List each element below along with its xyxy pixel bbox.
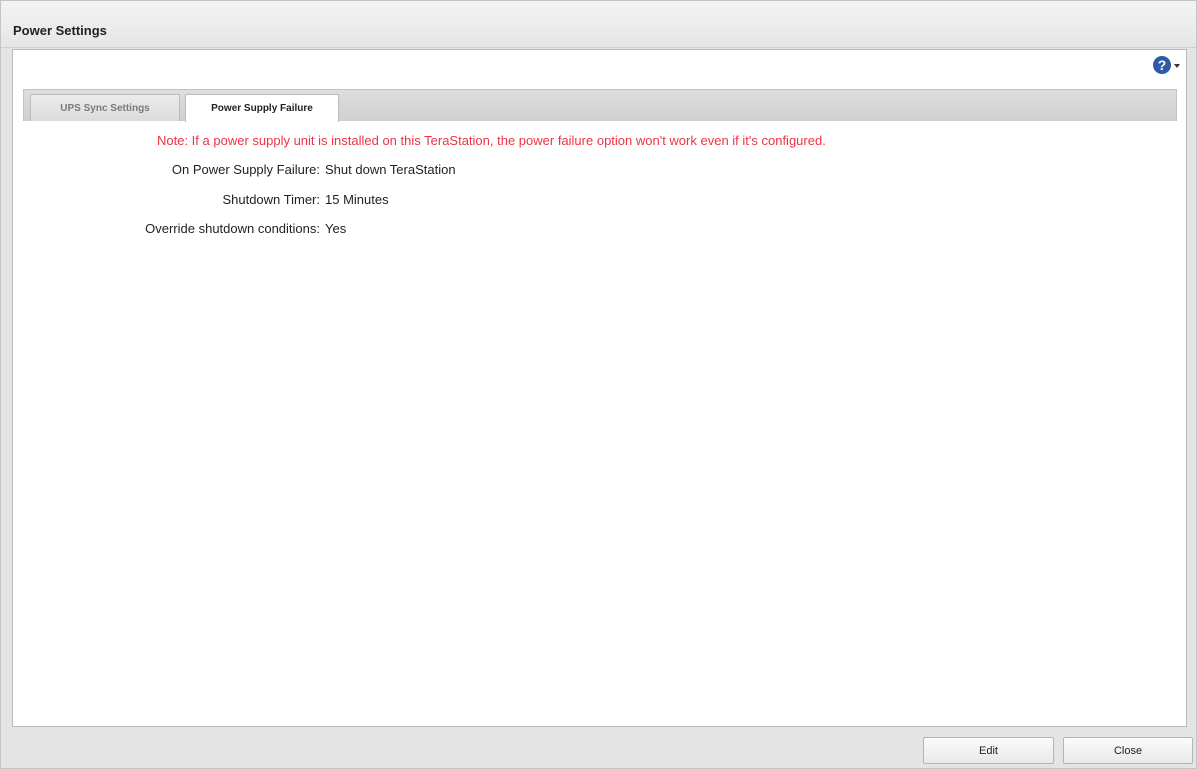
field-value: Yes (325, 221, 347, 236)
dialog-footer: Edit Close (1, 728, 1196, 768)
edit-button[interactable]: Edit (923, 737, 1054, 764)
tab-power-supply-failure[interactable]: Power Supply Failure (185, 94, 339, 122)
warning-note: Note: If a power supply unit is installe… (157, 133, 826, 148)
field-row-on-power-supply-failure: On Power Supply Failure: Shut down TeraS… (23, 162, 1175, 182)
field-label: On Power Supply Failure: (171, 162, 320, 177)
settings-panel: ? UPS Sync Settings Power Supply Failure… (12, 49, 1187, 727)
field-label: Shutdown Timer: (222, 192, 320, 207)
field-row-shutdown-timer: Shutdown Timer: 15 Minutes (23, 192, 1175, 212)
power-settings-window: Power Settings ? UPS Sync Settings Power… (0, 0, 1197, 769)
chevron-down-icon (1174, 64, 1180, 68)
help-icon-glyph: ? (1157, 57, 1167, 73)
window-titlebar: Power Settings (1, 1, 1196, 48)
field-value: Shut down TeraStation (325, 162, 456, 177)
window-title: Power Settings (13, 23, 107, 38)
close-button[interactable]: Close (1063, 737, 1193, 764)
tab-strip: UPS Sync Settings Power Supply Failure (23, 89, 1177, 122)
field-value: 15 Minutes (325, 192, 389, 207)
help-menu-button[interactable]: ? (1153, 56, 1180, 74)
help-icon: ? (1153, 56, 1171, 74)
field-row-override-shutdown-conditions: Override shutdown conditions: Yes (23, 221, 1175, 241)
field-label: Override shutdown conditions: (145, 221, 320, 236)
tab-ups-sync-settings[interactable]: UPS Sync Settings (30, 94, 180, 121)
